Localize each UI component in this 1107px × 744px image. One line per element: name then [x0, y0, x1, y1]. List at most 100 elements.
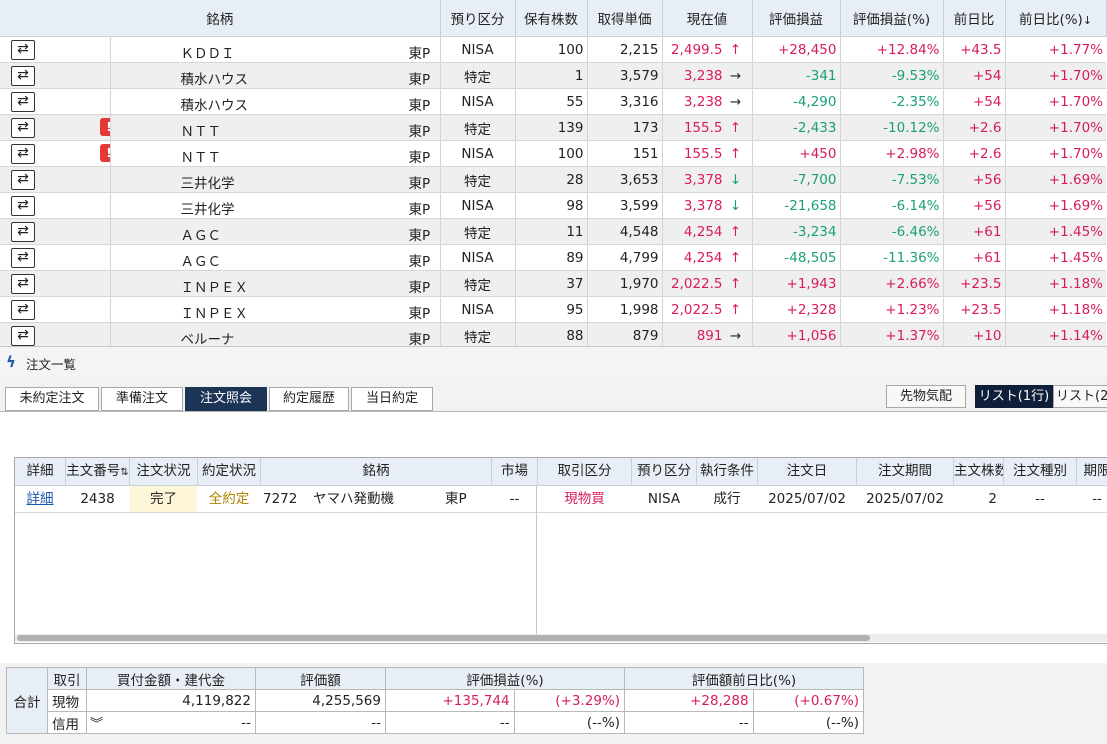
day-change: +56	[943, 166, 1006, 193]
col-header-account[interactable]: 預り区分	[440, 0, 516, 37]
stock-market: 東P	[408, 228, 431, 244]
col-header-expiry[interactable]: 期限	[1077, 458, 1107, 485]
holding-row[interactable]: ⇄1928 積水ハウス 東P 特定13,579 3,238 → -341-9.53%+54+…	[0, 62, 1106, 89]
col-header-condition[interactable]: 執行条件	[697, 458, 758, 485]
tab-prepared-orders[interactable]: 準備注文	[101, 387, 183, 411]
exchange-arrows-icon[interactable]: ⇄	[11, 273, 35, 294]
acquisition-price: 1,998	[587, 296, 663, 323]
col-header-change[interactable]: 前日比	[943, 0, 1006, 37]
summary-margin-change-pct: (--%)	[752, 711, 865, 734]
stock-name-cell[interactable]: ベルーナ 東P	[110, 322, 441, 346]
order-detail-link-label[interactable]: 詳細	[27, 491, 54, 507]
col-header-order-qty[interactable]: 主文株数	[954, 458, 1004, 485]
holding-row[interactable]: ⇄1605ＩＮＰＥＸ東PNISA951,9982,022.5↑+2,328+1.…	[0, 296, 1106, 323]
holding-row[interactable]: ⇄9433ＫＤＤＩ東PNISA1002,2152,499.5↑+28,450+1…	[0, 36, 1106, 63]
holdings-table: 銘柄 預り区分 保有株数 取得単価 現在値 評価損益 評価損益(%) 前日比 前…	[0, 0, 1107, 346]
acquisition-price: 4,799	[587, 244, 663, 271]
summary-margin-buy: --	[241, 714, 251, 731]
tab-today-executions[interactable]: 当日約定	[351, 387, 433, 411]
arrow-up-icon: ↑	[729, 249, 742, 266]
col-header-order-kind[interactable]: 注文種別	[1004, 458, 1077, 485]
col-header-pl-pct[interactable]: 評価損益(%)	[840, 0, 944, 37]
warning-icon[interactable]: !	[100, 144, 109, 162]
account-type: 特定	[440, 114, 516, 141]
exchange-arrows-icon[interactable]: ⇄	[11, 65, 35, 86]
order-qty: 2	[988, 491, 997, 507]
tab-execution-history[interactable]: 約定履歴	[269, 387, 349, 411]
exchange-arrows-icon[interactable]: ⇄	[11, 169, 35, 190]
col-header-market[interactable]: 市場	[492, 458, 538, 485]
stock-name-cell[interactable]: ＮＴＴ 東P	[110, 140, 441, 167]
stock-name-cell[interactable]: ＫＤＤＩ 東P	[110, 36, 441, 63]
futures-quote-button[interactable]: 先物気配	[886, 385, 966, 408]
col-header-order-number[interactable]: 主文番号⇅	[66, 458, 130, 485]
col-header-change-pct[interactable]: 前日比(%)↓	[1005, 0, 1107, 37]
tab-unexecuted-orders[interactable]: 未約定注文	[5, 387, 99, 411]
col-header-qty[interactable]: 保有株数	[515, 0, 588, 37]
stock-name-cell[interactable]: ＡＧＣ 東P	[110, 218, 441, 245]
holding-row[interactable]: ⇄5201 ＡＧＣ 東P NISA894,799 4,254 ↑ -48,505-11.36…	[0, 244, 1106, 271]
col-header-order-date[interactable]: 注文日	[758, 458, 857, 485]
holding-row[interactable]: ⇄5201 ＡＧＣ 東P 特定114,548 4,254 ↑ -3,234-6.46%+61…	[0, 218, 1106, 245]
row-action-cell: ⇄1928	[0, 88, 111, 115]
col-header-stock[interactable]: 銘柄	[0, 0, 441, 37]
exchange-arrows-icon[interactable]: ⇄	[11, 143, 35, 164]
stock-name-cell[interactable]: ＩＮＰＥＸ 東P	[110, 296, 441, 323]
stock-name-cell[interactable]: 三井化学 東P	[110, 192, 441, 219]
col-header-order-status[interactable]: 注文状況	[130, 458, 198, 485]
order-detail-link[interactable]: 詳細	[15, 486, 65, 512]
stock-name-cell[interactable]: ＡＧＣ 東P	[110, 244, 441, 271]
exchange-arrows-icon[interactable]: ⇄	[11, 325, 35, 346]
exchange-arrows-icon[interactable]: ⇄	[11, 299, 35, 320]
warning-icon[interactable]: !	[100, 118, 109, 136]
stock-name-cell[interactable]: ＮＴＴ 東P	[110, 114, 441, 141]
holding-row[interactable]: ⇄1605 ＩＮＰＥＸ 東P 特定371,970 2,022.5 ↑ +1,943+2.66…	[0, 270, 1106, 297]
current-price: 3,378	[683, 171, 723, 188]
col-header-detail[interactable]: 詳細	[15, 458, 66, 485]
holding-row[interactable]: ⇄9997 ベルーナ 東P 特定88879 891 → +1,056+1.37%+10+1.…	[0, 322, 1106, 346]
holding-row[interactable]: ⇄!9432 ＮＴＴ 東P 特定139173 155.5 ↑ -2,433-10.12%+2…	[0, 114, 1106, 141]
tab-order-inquiry[interactable]: 注文照会	[185, 387, 267, 411]
holding-row[interactable]: ⇄4183 三井化学 東P NISA983,599 3,378 ↓ -21,658-6.14…	[0, 192, 1106, 219]
summary-header-value: 評価額	[255, 667, 386, 690]
col-header-cost[interactable]: 取得単価	[587, 0, 663, 37]
col-header-trade-type[interactable]: 取引区分	[538, 458, 632, 485]
acquisition-price: 1,970	[587, 270, 663, 297]
exchange-arrows-icon[interactable]: ⇄	[11, 117, 35, 138]
holding-row[interactable]: ⇄!9432 ＮＴＴ 東P NISA100151 155.5 ↑ +450+2.98%+2.…	[0, 140, 1106, 167]
account-type: 特定	[440, 270, 516, 297]
col-header-account[interactable]: 預り区分	[632, 458, 697, 485]
exchange-arrows-icon[interactable]: ⇄	[11, 195, 35, 216]
list-2row-button[interactable]: リスト(2行	[1053, 385, 1107, 408]
stock-name-cell[interactable]: 積水ハウス 東P	[110, 88, 441, 115]
summary-total-label: 合計	[6, 667, 48, 734]
scrollbar-thumb[interactable]	[17, 635, 870, 641]
horizontal-scrollbar[interactable]	[15, 634, 1107, 642]
exchange-arrows-icon[interactable]: ⇄	[11, 39, 35, 60]
stock-name-cell[interactable]: ＩＮＰＥＸ 東P	[110, 270, 441, 297]
stock-name-cell[interactable]: 積水ハウス 東P	[110, 62, 441, 89]
col-header-price[interactable]: 現在値	[662, 0, 753, 37]
exchange-arrows-icon[interactable]: ⇄	[11, 247, 35, 268]
row-action-cell: ⇄!9432	[0, 140, 111, 167]
row-action-cell: ⇄4183	[0, 192, 111, 219]
exchange-arrows-icon[interactable]: ⇄	[11, 221, 35, 242]
col-header-exec-status[interactable]: 約定状況	[198, 458, 261, 485]
holding-row[interactable]: ⇄1928 積水ハウス 東P NISA553,316 3,238 → -4,290-2.35…	[0, 88, 1106, 115]
day-change: +61	[943, 218, 1006, 245]
stock-market: 東P	[408, 98, 431, 114]
col-header-stock[interactable]: 銘柄	[261, 458, 492, 485]
profit-loss-pct: -11.36%	[840, 244, 944, 271]
row-action-cell: ⇄1928	[0, 62, 111, 89]
holding-qty: 28	[515, 166, 588, 193]
arrow-right-icon: →	[729, 327, 742, 344]
list-1row-button[interactable]: リスト(1行)	[975, 385, 1053, 408]
col-header-order-period[interactable]: 注文期間	[857, 458, 954, 485]
holding-row[interactable]: ⇄4183 三井化学 東P 特定283,653 3,378 ↓ -7,700-7.53%+5…	[0, 166, 1106, 193]
stock-name-cell[interactable]: 三井化学 東P	[110, 166, 441, 193]
order-table-header: 詳細 主文番号⇅ 注文状況 約定状況 銘柄 市場 取引区分 預り区分 執行条件 …	[15, 458, 1107, 486]
col-header-pl[interactable]: 評価損益	[752, 0, 841, 37]
expand-chevron-icon[interactable]: ︾	[90, 713, 103, 732]
exchange-arrows-icon[interactable]: ⇄	[11, 91, 35, 112]
summary-margin-change: --	[624, 711, 754, 734]
